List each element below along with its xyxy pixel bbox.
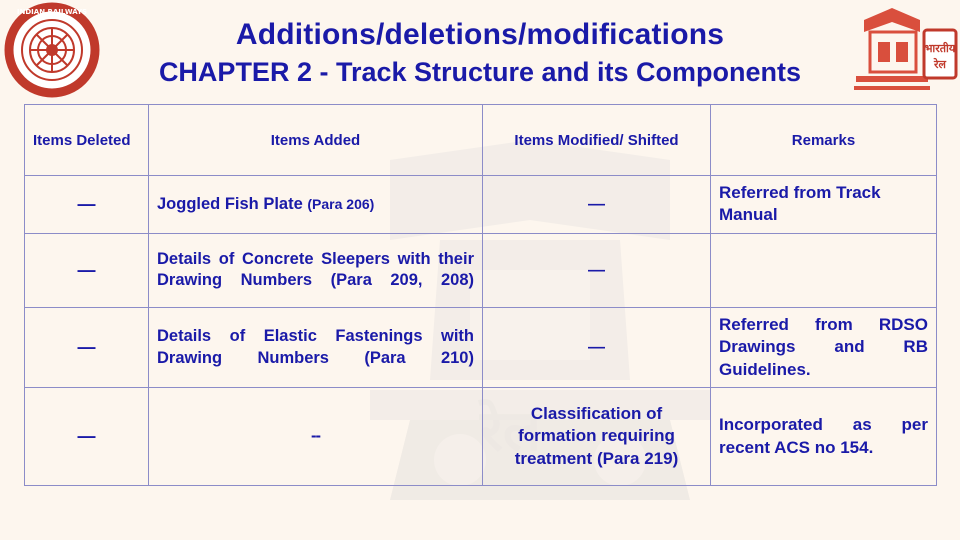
cell-remarks-4: Incorporated as per recent ACS no 154. [710, 387, 937, 487]
cell-added-1-text: Joggled Fish Plate [157, 194, 303, 213]
table-body: — Joggled Fish Plate (Para 206) — Referr… [24, 175, 937, 487]
page-subtitle: CHAPTER 2 - Track Structure and its Comp… [158, 57, 802, 87]
cell-remarks-3: Referred from RDSO Drawings and RB Guide… [710, 306, 937, 389]
cell-added-1-para: (Para 206) [307, 195, 375, 212]
cell-modified-2: — [482, 232, 711, 308]
column-header-remarks: Remarks [710, 104, 937, 176]
table-row: — Joggled Fish Plate (Para 206) — Referr… [24, 175, 937, 234]
cell-modified-1: — [482, 175, 711, 234]
table-header-row: Items Deleted Items Added Items Modified… [24, 104, 937, 176]
cell-modified-3: — [482, 306, 711, 389]
column-header-items-deleted: Items Deleted [24, 104, 149, 176]
cell-deleted-1: — [24, 175, 149, 234]
table-header: Items Deleted Items Added Items Modified… [24, 104, 937, 176]
cell-remarks-1: Referred from Track Manual [710, 175, 937, 234]
slide-heading-block: Additions/deletions/modifications CHAPTE… [0, 0, 960, 88]
cell-added-2: Details of Concrete Sleepers with their … [148, 232, 483, 308]
page-title: Additions/deletions/modifications [235, 18, 725, 51]
svg-text:भारतीय: भारतीय [925, 41, 956, 55]
cell-deleted-4: — [24, 387, 149, 487]
indian-railways-emblem: INDIAN RAILWAYS [4, 2, 100, 98]
svg-text:INDIAN RAILWAYS: INDIAN RAILWAYS [17, 8, 87, 16]
cell-deleted-3: — [24, 306, 149, 389]
cell-added-1: Joggled Fish Plate (Para 206) [148, 175, 483, 234]
cell-added-2-para: (Para 209, 208) [330, 271, 474, 290]
cell-remarks-2 [710, 232, 937, 308]
additions-deletions-table: Items Deleted Items Added Items Modified… [24, 104, 937, 487]
cell-deleted-2: — [24, 232, 149, 308]
column-header-items-added: Items Added [148, 104, 483, 176]
cell-added-3: Details of Elastic Fastenings with Drawi… [148, 306, 483, 389]
column-header-items-modified: Items Modified/ Shifted [482, 104, 711, 176]
table-row: — Details of Elastic Fastenings with Dra… [24, 306, 937, 389]
cell-added-4: -- [148, 387, 483, 487]
table-row: — -- Classification of formation requiri… [24, 387, 937, 487]
railway-building-logo: भारतीय रेल [850, 2, 958, 102]
additions-deletions-table-container: Items Deleted Items Added Items Modified… [24, 104, 937, 487]
cell-added-3-para: (Para 210) [364, 348, 474, 367]
cell-modified-4-para: (Para 219) [596, 448, 679, 468]
svg-text:रेल: रेल [933, 57, 946, 71]
cell-modified-4: Classification of formation requiring tr… [482, 387, 711, 487]
table-row: — Details of Concrete Sleepers with thei… [24, 232, 937, 308]
